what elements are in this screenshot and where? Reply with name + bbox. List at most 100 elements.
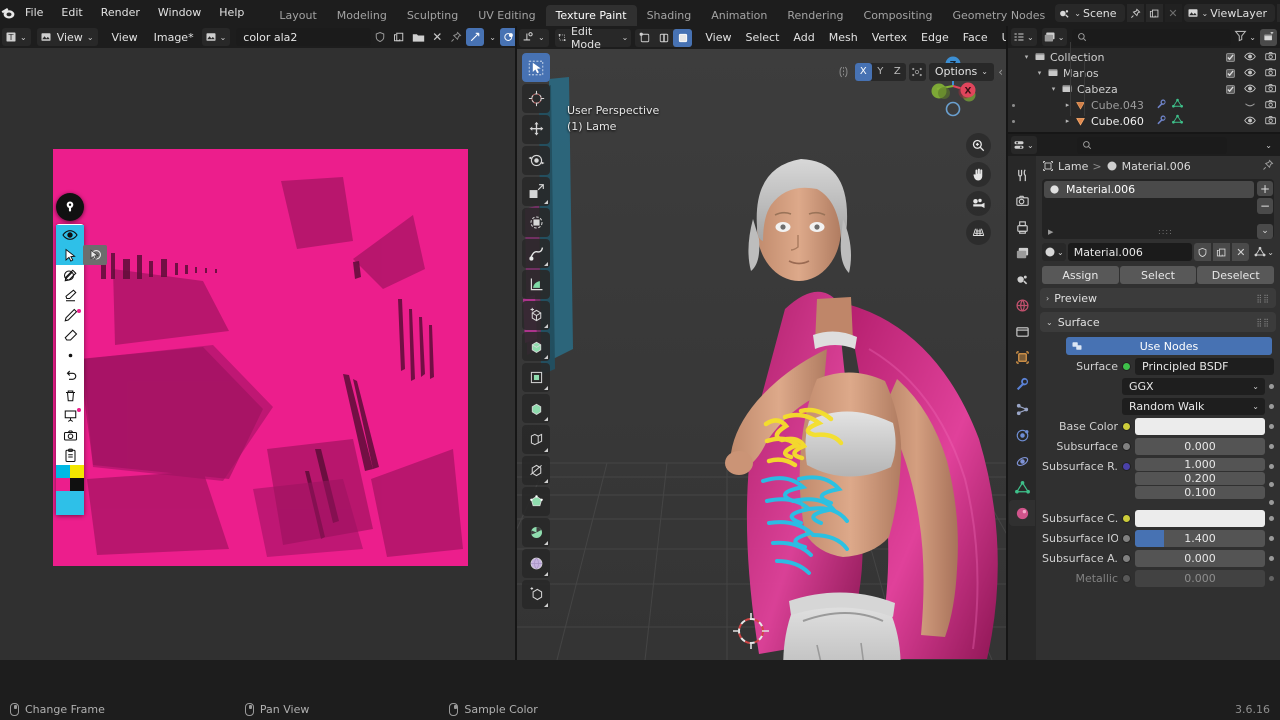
data-tab[interactable]: [1009, 474, 1035, 500]
vp-menu-uv[interactable]: UV: [995, 31, 1006, 44]
animate-dot-icon[interactable]: [1269, 556, 1274, 561]
base-color-socket-icon[interactable]: [1122, 422, 1131, 431]
modifier-tab[interactable]: [1009, 370, 1035, 396]
surface-panel-header[interactable]: ⌄ Surface ⣿⣿: [1040, 312, 1276, 332]
subsurface-value-field[interactable]: 0.000: [1135, 438, 1265, 455]
snap-chevron-icon[interactable]: ⌄: [485, 33, 500, 42]
filter-icon[interactable]: [1234, 29, 1247, 45]
vp-menu-face[interactable]: Face: [956, 31, 995, 44]
shear-tool[interactable]: [522, 580, 550, 609]
animate-dot-icon[interactable]: [1269, 482, 1274, 487]
menu-view[interactable]: View: [104, 31, 146, 44]
metallic-field[interactable]: 0.000: [1135, 570, 1265, 587]
slot-expand-triangle-icon[interactable]: ▶: [1048, 228, 1053, 236]
menu-window[interactable]: Window: [149, 0, 210, 26]
eye-closed-icon[interactable]: [1244, 99, 1256, 112]
poly-build-tool[interactable]: [522, 487, 550, 516]
area-splitter-3[interactable]: [1008, 132, 1280, 134]
image-name-field[interactable]: color ala2: [236, 28, 372, 46]
subsurface-ior-socket-icon[interactable]: [1122, 534, 1131, 543]
cursor-select-icon[interactable]: [56, 245, 84, 265]
measure-tool[interactable]: [522, 270, 550, 299]
swatch-black[interactable]: [70, 478, 84, 491]
resize-grip-icon[interactable]: ::::: [1158, 227, 1173, 236]
outliner-search-input[interactable]: [1072, 28, 1232, 46]
checkbox-icon[interactable]: [1226, 52, 1235, 62]
base-color-swatch[interactable]: [1135, 418, 1265, 435]
eye-icon[interactable]: [1244, 51, 1256, 64]
constraint-tab[interactable]: [1009, 448, 1035, 474]
expand-triangle-icon[interactable]: ▸: [1062, 101, 1073, 109]
area-splitter-2[interactable]: [1006, 26, 1008, 660]
subsurface-radius-x[interactable]: 1.000: [1135, 458, 1265, 471]
metallic-socket-icon[interactable]: [1122, 574, 1131, 583]
tab-layout[interactable]: Layout: [269, 5, 326, 26]
animate-dot-icon[interactable]: [1269, 404, 1274, 409]
collection-tab[interactable]: [1009, 318, 1035, 344]
copy-image-icon[interactable]: [390, 28, 408, 46]
mirror-axis-z[interactable]: Z: [889, 63, 906, 81]
tab-compositing[interactable]: Compositing: [854, 5, 943, 26]
tab-modeling[interactable]: Modeling: [327, 5, 397, 26]
pin-scene-icon[interactable]: [1126, 4, 1144, 22]
rotate-tool[interactable]: [522, 146, 550, 175]
pan-hand-icon[interactable]: [966, 162, 991, 187]
subsurface-color-socket-icon[interactable]: [1122, 514, 1131, 523]
subsurface-anisotropy-field[interactable]: 0.000: [1135, 550, 1265, 567]
modifier-icon[interactable]: [1156, 98, 1167, 112]
eye-icon[interactable]: [56, 225, 84, 245]
annotation-color-swatches[interactable]: [56, 465, 84, 491]
expand-triangle-icon[interactable]: ▸: [1062, 117, 1073, 125]
spin-tool[interactable]: [522, 518, 550, 547]
camera-render-icon[interactable]: [1265, 115, 1277, 128]
outliner-display-mode[interactable]: ⌄: [1041, 28, 1068, 46]
viewport-editor-type[interactable]: ⌄: [519, 28, 549, 47]
eye-icon[interactable]: [1244, 83, 1256, 96]
proportional-editing-icon[interactable]: [908, 62, 926, 81]
subsurface-socket-icon[interactable]: [1122, 442, 1131, 451]
swatch-cyan[interactable]: [56, 465, 70, 478]
animate-dot-icon[interactable]: [1269, 424, 1274, 429]
assign-button[interactable]: Assign: [1042, 266, 1119, 284]
expand-triangle-icon[interactable]: ▾: [1021, 53, 1032, 61]
editor-type-selector[interactable]: T ⌄: [2, 28, 31, 46]
remove-material-slot-button[interactable]: −: [1257, 198, 1273, 214]
subsurface-radius-socket-icon[interactable]: [1122, 462, 1131, 471]
mesh-data-icon[interactable]: [1171, 98, 1183, 112]
cursor-tool[interactable]: [522, 84, 550, 113]
physics-tab[interactable]: [1009, 422, 1035, 448]
camera-view-icon[interactable]: [966, 191, 991, 216]
vp-menu-mesh[interactable]: Mesh: [822, 31, 865, 44]
snap-icon[interactable]: [466, 28, 485, 46]
menu-render[interactable]: Render: [92, 0, 149, 26]
sidebar-collapse-arrow-icon[interactable]: ‹: [998, 65, 1003, 79]
properties-search-input[interactable]: [1077, 136, 1227, 154]
area-splitter-1[interactable]: [515, 26, 517, 660]
output-tab[interactable]: [1009, 214, 1035, 240]
animate-dot-icon[interactable]: [1269, 444, 1274, 449]
subsurface-method-dropdown[interactable]: Random Walk ⌄: [1122, 398, 1265, 415]
animate-dot-icon[interactable]: [1269, 576, 1274, 581]
select-button[interactable]: Select: [1119, 266, 1197, 284]
camera-render-icon[interactable]: [1265, 51, 1277, 64]
undo-icon[interactable]: [56, 365, 84, 385]
pin-icon[interactable]: [447, 28, 465, 46]
fake-user-icon[interactable]: [1194, 243, 1212, 261]
material-tab[interactable]: [1009, 500, 1035, 526]
properties-editor-type[interactable]: ⌄: [1011, 136, 1037, 154]
pencil-icon[interactable]: [56, 305, 84, 325]
mirror-axis-y[interactable]: Y: [872, 63, 889, 81]
smooth-tool[interactable]: [522, 549, 550, 578]
new-scene-icon[interactable]: [1145, 4, 1163, 22]
add-cube-tool[interactable]: [522, 301, 550, 330]
move-tool[interactable]: [522, 115, 550, 144]
filter-chevron-icon[interactable]: ⌄: [1249, 33, 1256, 42]
mesh-data-icon[interactable]: [1171, 114, 1183, 128]
view-layer-tab[interactable]: [1009, 240, 1035, 266]
vp-menu-view[interactable]: View: [698, 31, 738, 44]
mirror-icon[interactable]: [836, 64, 852, 80]
material-name-field[interactable]: Material.006: [1067, 243, 1193, 261]
inset-faces-tool[interactable]: [522, 363, 550, 392]
outliner-row-cabeza[interactable]: ▾ Cabeza: [1008, 81, 1280, 97]
outliner-row-collection[interactable]: ▾ Collection: [1008, 49, 1280, 65]
